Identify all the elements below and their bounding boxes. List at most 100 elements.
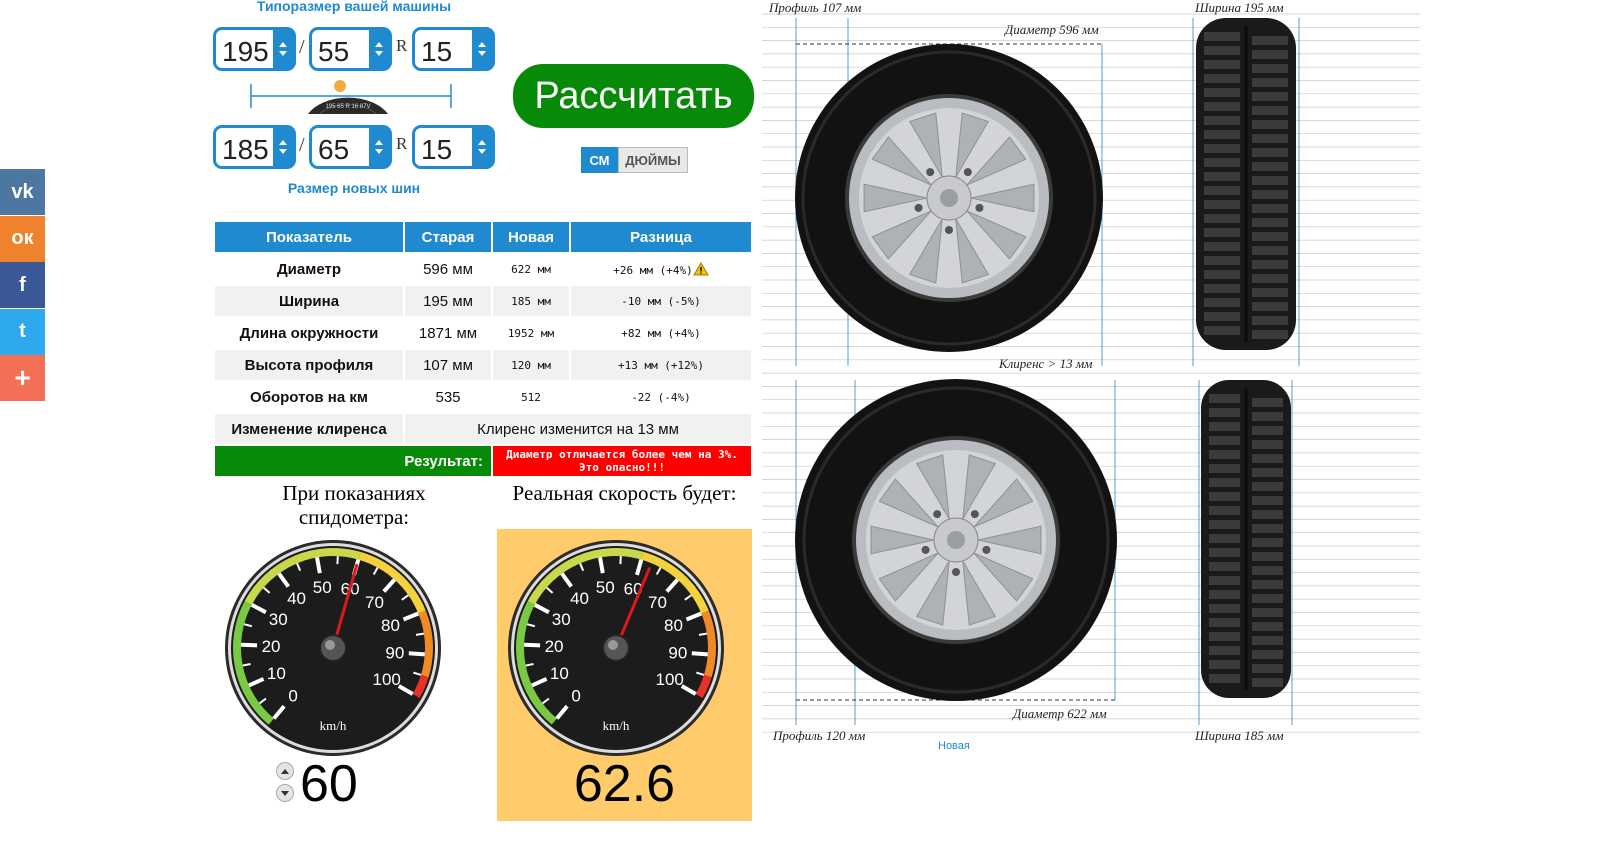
row-old: 195 мм: [405, 286, 491, 316]
calculate-button[interactable]: Рассчитать: [513, 64, 754, 128]
odnoklassniki-icon: ок: [11, 227, 34, 249]
row-label: Ширина: [215, 286, 403, 316]
old-width-select[interactable]: 195: [213, 27, 296, 71]
table-row: Ширина 195 мм 185 мм -10 мм (-5%): [215, 286, 751, 316]
new-size-caption: Размер новых шин: [287, 180, 421, 196]
old-width-value: 195: [222, 36, 269, 67]
unit-cm-button[interactable]: СМ: [581, 147, 618, 173]
speedometer-title: При показаниях спидометра:: [282, 481, 426, 529]
new-profile-value: 65: [318, 134, 350, 165]
new-radius-select[interactable]: 15: [412, 125, 495, 169]
table-row-clearance: Изменение клиренса Клиренс изменится на …: [215, 414, 751, 444]
row-new: 120 мм: [493, 350, 569, 380]
clearance-value: Клиренс изменится на 13 мм: [405, 414, 751, 444]
select-arrows-icon: [369, 30, 389, 68]
select-arrows-icon: [273, 30, 293, 68]
r-separator: R: [396, 36, 408, 55]
row-diff-text: +26 мм (+4%): [613, 263, 693, 277]
gauge-tick-label: 20: [545, 637, 564, 656]
real-speed-value: 62.6: [573, 755, 676, 813]
gauge-tick-label: 80: [664, 616, 683, 635]
twitter-icon: t: [19, 320, 26, 342]
new-tire-side-view: [795, 379, 1117, 701]
old-radius-value: 15: [421, 36, 453, 67]
result-value: Диаметр отличается более чем на 3%. Это …: [493, 446, 751, 476]
row-diff: -10 мм (-5%): [571, 286, 751, 316]
old-radius-select[interactable]: 15: [412, 27, 495, 71]
twitter-button[interactable]: t: [0, 308, 45, 355]
gauge-tick-label: 50: [313, 578, 332, 597]
select-arrows-icon: [273, 128, 293, 166]
col-header-old: Старая: [405, 222, 491, 252]
speed-down-button[interactable]: [276, 784, 294, 802]
vk-button[interactable]: vk: [0, 169, 45, 215]
table-row: Длина окружности 1871 мм 1952 мм +82 мм …: [215, 318, 751, 348]
row-diff: -22 (-4%): [631, 390, 691, 404]
row-diff: +82 мм (+4%): [621, 326, 701, 340]
table-row-result: Результат: Диаметр отличается более чем …: [215, 446, 751, 476]
gauge-tick-label: 40: [570, 589, 589, 608]
plus-icon: +: [14, 362, 31, 393]
col-header-parameter: Показатель: [215, 222, 403, 252]
gauge-tick-label: 90: [385, 643, 404, 662]
speed-up-button[interactable]: [276, 762, 294, 780]
gauge-tick-label: 10: [267, 664, 286, 683]
old-width-label: Ширина 195 мм: [1195, 0, 1284, 15]
real-speed-title: Реальная скорость будет:: [512, 481, 737, 505]
row-diff: +13 мм (+12%): [571, 350, 751, 380]
facebook-button[interactable]: f: [0, 262, 45, 308]
chevron-down-icon: [281, 790, 289, 796]
new-profile-select[interactable]: 65: [309, 125, 392, 169]
old-profile-value: 55: [318, 36, 350, 67]
row-new: 185 мм: [493, 286, 569, 316]
table-row: Высота профиля 107 мм 120 мм +13 мм (+12…: [215, 350, 751, 380]
comparison-table: Показатель Старая Новая Разница Диаметр …: [213, 220, 753, 478]
gauge-tick-label: 80: [381, 616, 400, 635]
gauge-tick-label: 70: [648, 593, 667, 612]
slash-separator: /: [299, 36, 305, 58]
col-header-new: Новая: [493, 222, 569, 252]
row-label: Высота профиля: [215, 350, 403, 380]
new-tire-caption: Новая: [938, 740, 970, 752]
new-width-value: 185: [222, 134, 269, 165]
select-arrows-icon: [472, 30, 492, 68]
row-new: 512: [521, 390, 541, 404]
gauge-tick-label: 0: [571, 686, 580, 705]
speedometer-gauge: 0102030405060708090100km/h: [225, 540, 441, 756]
more-button[interactable]: +: [0, 355, 45, 401]
new-profile-label: Профиль 120 мм: [773, 728, 866, 743]
result-label: Результат:: [215, 446, 491, 476]
gauge-tick-label: 100: [656, 670, 684, 689]
table-row: Диаметр 596 мм 622 мм +26 мм (+4%): [215, 254, 751, 284]
row-label: Диаметр: [277, 260, 341, 278]
row-new: 1952 мм: [507, 326, 555, 340]
old-tire-side-view: [795, 44, 1103, 352]
gauge-tick-label: 30: [552, 610, 571, 629]
tire-size-illustration: 195 65 R 16 87V: [250, 80, 452, 115]
gauge-tick-label: 50: [596, 578, 615, 597]
row-new: 622 мм: [511, 262, 551, 276]
row-label: Оборотов на км: [250, 388, 368, 406]
gauge-tick-label: 70: [365, 593, 384, 612]
new-width-select[interactable]: 185: [213, 125, 296, 169]
gauge-tick-label: 90: [668, 643, 687, 662]
current-size-caption: Типоразмер вашей машины: [256, 0, 452, 14]
table-row: Оборотов на км 535 512 -22 (-4%): [215, 382, 751, 412]
clearance-label-diagram: Клиренс > 13 мм: [999, 356, 1093, 371]
unit-inches-button[interactable]: ДЮЙМЫ: [618, 147, 688, 173]
table-header-row: Показатель Старая Новая Разница: [215, 222, 751, 252]
gauge-tick-label: 0: [288, 686, 297, 705]
old-profile-select[interactable]: 55: [309, 27, 392, 71]
speed-input[interactable]: 60: [300, 754, 358, 814]
select-arrows-icon: [472, 128, 492, 166]
col-header-diff: Разница: [571, 222, 751, 252]
ok-button[interactable]: ок: [0, 215, 45, 262]
old-tire-tread-view: [1196, 18, 1296, 350]
row-old: 1871 мм: [418, 324, 478, 342]
gauge-tick-label: 40: [287, 589, 306, 608]
row-old: 596 мм: [423, 260, 473, 278]
row-old: 107 мм: [405, 350, 491, 380]
gauge-tick-label: 20: [262, 637, 281, 656]
gauge-tick-label: 10: [550, 664, 569, 683]
new-diameter-label: Диаметр 622 мм: [1013, 706, 1107, 721]
